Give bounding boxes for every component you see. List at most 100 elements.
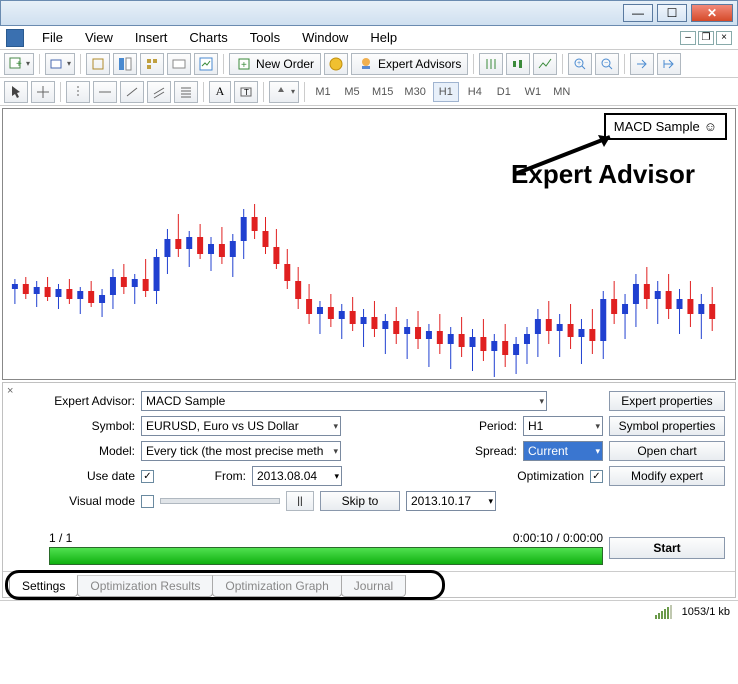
zoom-in-button[interactable]: +: [568, 53, 592, 75]
smiley-icon: ☺: [704, 119, 717, 134]
candle-chart-button[interactable]: [506, 53, 530, 75]
symbol-label-text: Symbol:: [49, 419, 135, 433]
period-select[interactable]: H1▾: [523, 416, 603, 436]
timeframe-m30[interactable]: M30: [400, 82, 429, 102]
horizontal-line-button[interactable]: [93, 81, 117, 103]
symbol-properties-button[interactable]: Symbol properties: [609, 416, 725, 436]
tab-settings[interactable]: Settings: [9, 575, 78, 597]
expert-advisors-button[interactable]: Expert Advisors: [351, 53, 468, 75]
expert-properties-button[interactable]: Expert properties: [609, 391, 725, 411]
symbol-select[interactable]: EURUSD, Euro vs US Dollar▾: [141, 416, 341, 436]
inner-restore-icon[interactable]: ❐: [698, 31, 714, 45]
maximize-button[interactable]: ☐: [657, 4, 687, 22]
auto-scroll-button[interactable]: [630, 53, 654, 75]
model-label-text: Model:: [49, 444, 135, 458]
skip-to-button[interactable]: Skip to: [320, 491, 400, 511]
arrows-button[interactable]: ▾: [269, 81, 299, 103]
menu-bar: File View Insert Charts Tools Window Hel…: [0, 26, 738, 50]
navigator-button[interactable]: [140, 53, 164, 75]
speed-slider[interactable]: [160, 498, 280, 504]
svg-text:−: −: [604, 60, 608, 67]
optimization-checkbox[interactable]: ✓: [590, 470, 603, 483]
trendline-button[interactable]: [120, 81, 144, 103]
app-icon: [6, 29, 24, 47]
timeframe-d1[interactable]: D1: [491, 82, 517, 102]
crosshair-button[interactable]: [31, 81, 55, 103]
optimization-label-text: Optimization: [504, 469, 584, 483]
data-window-button[interactable]: [113, 53, 137, 75]
new-chart-button[interactable]: +▾: [4, 53, 34, 75]
svg-text:+: +: [241, 60, 247, 71]
fibonacci-button[interactable]: [174, 81, 198, 103]
timeframe-m5[interactable]: M5: [339, 82, 365, 102]
menu-charts[interactable]: Charts: [179, 28, 237, 47]
close-button[interactable]: ✕: [691, 4, 733, 22]
new-order-button[interactable]: +New Order: [229, 53, 321, 75]
tab-optimization-results[interactable]: Optimization Results: [77, 575, 213, 597]
from-date-input[interactable]: 2013.08.04▾: [252, 466, 342, 486]
ea-select[interactable]: MACD Sample▾: [141, 391, 547, 411]
spread-label-text: Spread:: [467, 444, 517, 458]
profiles-button[interactable]: ▾: [45, 53, 75, 75]
svg-text:+: +: [577, 60, 581, 67]
panel-close-icon[interactable]: ×: [7, 385, 17, 397]
bar-chart-button[interactable]: [479, 53, 503, 75]
timeframe-m1[interactable]: M1: [310, 82, 336, 102]
inner-minimize-icon[interactable]: –: [680, 31, 696, 45]
inner-close-icon[interactable]: ×: [716, 31, 732, 45]
toolbar-drawing: A T ▾ M1 M5 M15 M30 H1 H4 D1 W1 MN: [0, 78, 738, 106]
use-date-checkbox[interactable]: ✓: [141, 470, 154, 483]
start-button[interactable]: Start: [609, 537, 725, 559]
timeframe-w1[interactable]: W1: [520, 82, 546, 102]
zoom-out-button[interactable]: −: [595, 53, 619, 75]
timeframe-h4[interactable]: H4: [462, 82, 488, 102]
open-chart-button[interactable]: Open chart: [609, 441, 725, 461]
menu-help[interactable]: Help: [360, 28, 407, 47]
toolbar-main: +▾ ▾ +New Order Expert Advisors + −: [0, 50, 738, 78]
status-kb-text: 1053/1 kb: [682, 606, 730, 618]
text-button[interactable]: A: [209, 81, 231, 103]
pause-button[interactable]: ||: [286, 491, 314, 511]
visual-mode-label-text: Visual mode: [49, 494, 135, 508]
tab-journal[interactable]: Journal: [341, 575, 406, 597]
timeframe-h1[interactable]: H1: [433, 82, 459, 102]
use-date-label-text: Use date: [49, 469, 135, 483]
chart-shift-button[interactable]: [657, 53, 681, 75]
period-label-text: Period:: [467, 419, 517, 433]
timeframe-mn[interactable]: MN: [549, 82, 575, 102]
visual-mode-checkbox[interactable]: [141, 495, 154, 508]
strategy-tester-panel: × Expert Advisor: MACD Sample▾ Expert pr…: [2, 382, 736, 598]
strategy-tester-button[interactable]: [194, 53, 218, 75]
menu-window[interactable]: Window: [292, 28, 358, 47]
timeframe-m15[interactable]: M15: [368, 82, 397, 102]
model-select[interactable]: Every tick (the most precise meth▾: [141, 441, 341, 461]
tester-tabs: Settings Optimization Results Optimizati…: [3, 571, 735, 597]
spread-select[interactable]: Current▾: [523, 441, 603, 461]
ea-annotation-label: Expert Advisor: [511, 159, 695, 190]
menu-view[interactable]: View: [75, 28, 123, 47]
menu-insert[interactable]: Insert: [125, 28, 178, 47]
tab-optimization-graph[interactable]: Optimization Graph: [212, 575, 341, 597]
metaquotes-button[interactable]: [324, 53, 348, 75]
terminal-button[interactable]: [167, 53, 191, 75]
cursor-button[interactable]: [4, 81, 28, 103]
modify-expert-button[interactable]: Modify expert: [609, 466, 725, 486]
progress-right-text: 0:00:10 / 0:00:00: [513, 531, 603, 545]
to-date-input[interactable]: 2013.10.17▾: [406, 491, 496, 511]
minimize-button[interactable]: —: [623, 4, 653, 22]
connection-signal-icon: [655, 605, 672, 619]
market-watch-button[interactable]: [86, 53, 110, 75]
svg-text:+: +: [16, 59, 22, 70]
svg-text:T: T: [244, 88, 249, 97]
ea-label-text: Expert Advisor:: [49, 394, 135, 408]
equidistant-channel-button[interactable]: [147, 81, 171, 103]
text-label-button[interactable]: T: [234, 81, 258, 103]
chart-area[interactable]: MACD Sample ☺ Expert Advisor: [2, 108, 736, 380]
line-chart-button[interactable]: [533, 53, 557, 75]
progress-left-text: 1 / 1: [49, 531, 72, 545]
window-titlebar: — ☐ ✕: [0, 0, 738, 26]
menu-file[interactable]: File: [32, 28, 73, 47]
from-label-text: From:: [206, 469, 246, 483]
menu-tools[interactable]: Tools: [240, 28, 290, 47]
vertical-line-button[interactable]: [66, 81, 90, 103]
